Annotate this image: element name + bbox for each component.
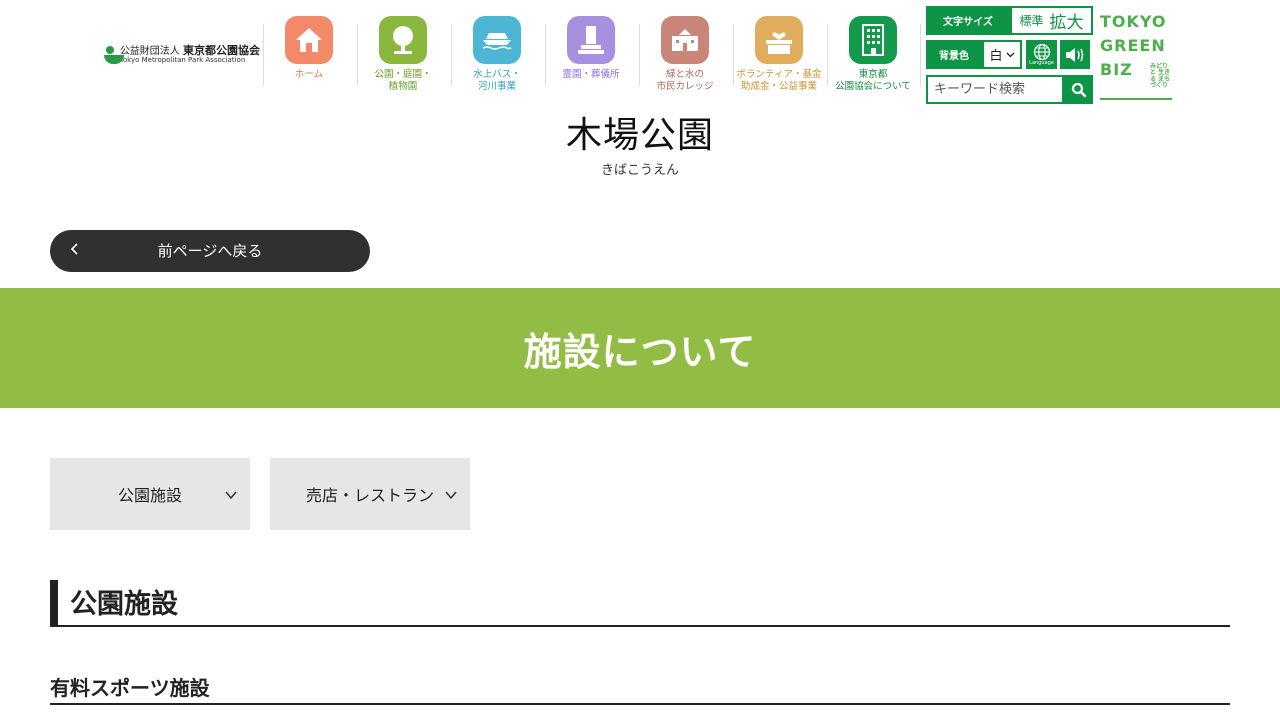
keyword-search-input[interactable] <box>926 75 1064 104</box>
back-button-label: 前ページへ戻る <box>157 242 263 260</box>
nav-volunteer-label: ボランティア・基金 助成金・公益事業 <box>736 69 822 92</box>
subsection-heading: 有料スポーツ施設 <box>50 672 1230 705</box>
nav-divider <box>920 24 921 86</box>
bg-color-select[interactable]: 白 <box>982 40 1022 69</box>
subsection-title: 有料スポーツ施設 <box>50 676 210 700</box>
school-icon <box>661 16 709 64</box>
chevron-down-icon <box>225 491 237 500</box>
font-standard-button[interactable]: 標準 <box>1019 12 1043 29</box>
nav-about-label: 東京都 公園協会について <box>835 69 911 92</box>
site-header: 公益財団法人 東京都公園協会 Tokyo Metropolitan Park A… <box>0 0 1280 105</box>
nav-waterbus[interactable]: 水上バス・ 河川事業 <box>451 16 543 93</box>
nav-waterbus-label: 水上バス・ 河川事業 <box>473 69 521 92</box>
tree-icon <box>379 16 427 64</box>
tab-shops-restaurants[interactable]: 売店・レストラン <box>270 458 470 530</box>
page-title-kana: きばこうえん <box>600 163 679 178</box>
font-size-control: 文字サイズ 標準 拡大 <box>926 6 1093 35</box>
nav-volunteer[interactable]: ボランティア・基金 助成金・公益事業 <box>733 16 825 93</box>
heart-box-icon <box>755 16 803 64</box>
language-label: Language <box>1029 60 1054 66</box>
page-title: 木場公園 <box>565 115 714 156</box>
nav-parks[interactable]: 公園・庭園・ 植物園 <box>357 16 449 93</box>
font-size-options: 標準 拡大 <box>1010 6 1093 35</box>
monument-icon <box>567 16 615 64</box>
home-icon <box>285 16 333 64</box>
chevron-down-icon <box>445 491 457 500</box>
tgb-line-1: TOKYO <box>1100 12 1167 31</box>
bg-color-value: 白 <box>989 49 1003 64</box>
logo-english: Tokyo Metropolitan Park Association <box>119 56 246 65</box>
search-button[interactable] <box>1064 75 1093 104</box>
park-association-logo-icon <box>104 44 124 66</box>
nav-home[interactable]: ホーム <box>263 16 355 81</box>
banner-title: 施設について <box>523 329 757 374</box>
nav-home-label: ホーム <box>294 69 324 80</box>
language-button[interactable]: Language <box>1026 40 1057 69</box>
section-title: 公園施設 <box>70 589 178 620</box>
nav-parks-label: 公園・庭園・ 植物園 <box>374 69 432 92</box>
tgb-line-2: GREEN <box>1100 36 1166 55</box>
nav-college-label: 緑と水の 市民カレッジ <box>656 69 714 92</box>
site-logo[interactable]: 公益財団法人 東京都公園協会 Tokyo Metropolitan Park A… <box>104 42 260 68</box>
tab-park-facilities-label: 公園施設 <box>117 486 182 505</box>
chevron-down-icon <box>1006 52 1014 57</box>
tab-park-facilities[interactable]: 公園施設 <box>50 458 250 530</box>
nav-college[interactable]: 緑と水の 市民カレッジ <box>639 16 731 93</box>
nav-about[interactable]: 東京都 公園協会について <box>827 16 919 93</box>
font-large-button[interactable]: 拡大 <box>1050 8 1084 33</box>
back-button[interactable]: 前ページへ戻る <box>50 230 370 272</box>
tgb-underline <box>1100 98 1172 100</box>
font-size-label: 文字サイズ <box>926 6 1010 35</box>
nav-cemetery-label: 霊園・葬儀所 <box>562 69 620 80</box>
search-icon <box>1071 82 1086 97</box>
tokyo-green-biz-logo[interactable]: TOKYO GREEN BIZ みどりと 生きる まちづくり <box>1100 10 1172 100</box>
speaker-icon <box>1066 47 1084 62</box>
globe-icon <box>1033 43 1050 61</box>
tgb-subtitle: みどりと 生きる まちづくり <box>1150 62 1171 90</box>
audio-button[interactable] <box>1060 40 1090 69</box>
nav-cemetery[interactable]: 霊園・葬儀所 <box>545 16 637 81</box>
bg-color-label: 背景色 <box>926 40 982 69</box>
bg-color-control: 背景色 白 Language <box>926 40 1090 69</box>
boat-icon <box>473 16 521 64</box>
section-banner: 施設について <box>0 288 1280 408</box>
section-heading: 公園施設 <box>50 580 1230 627</box>
tab-shops-restaurants-label: 売店・レストラン <box>305 486 434 505</box>
building-icon <box>849 16 897 64</box>
